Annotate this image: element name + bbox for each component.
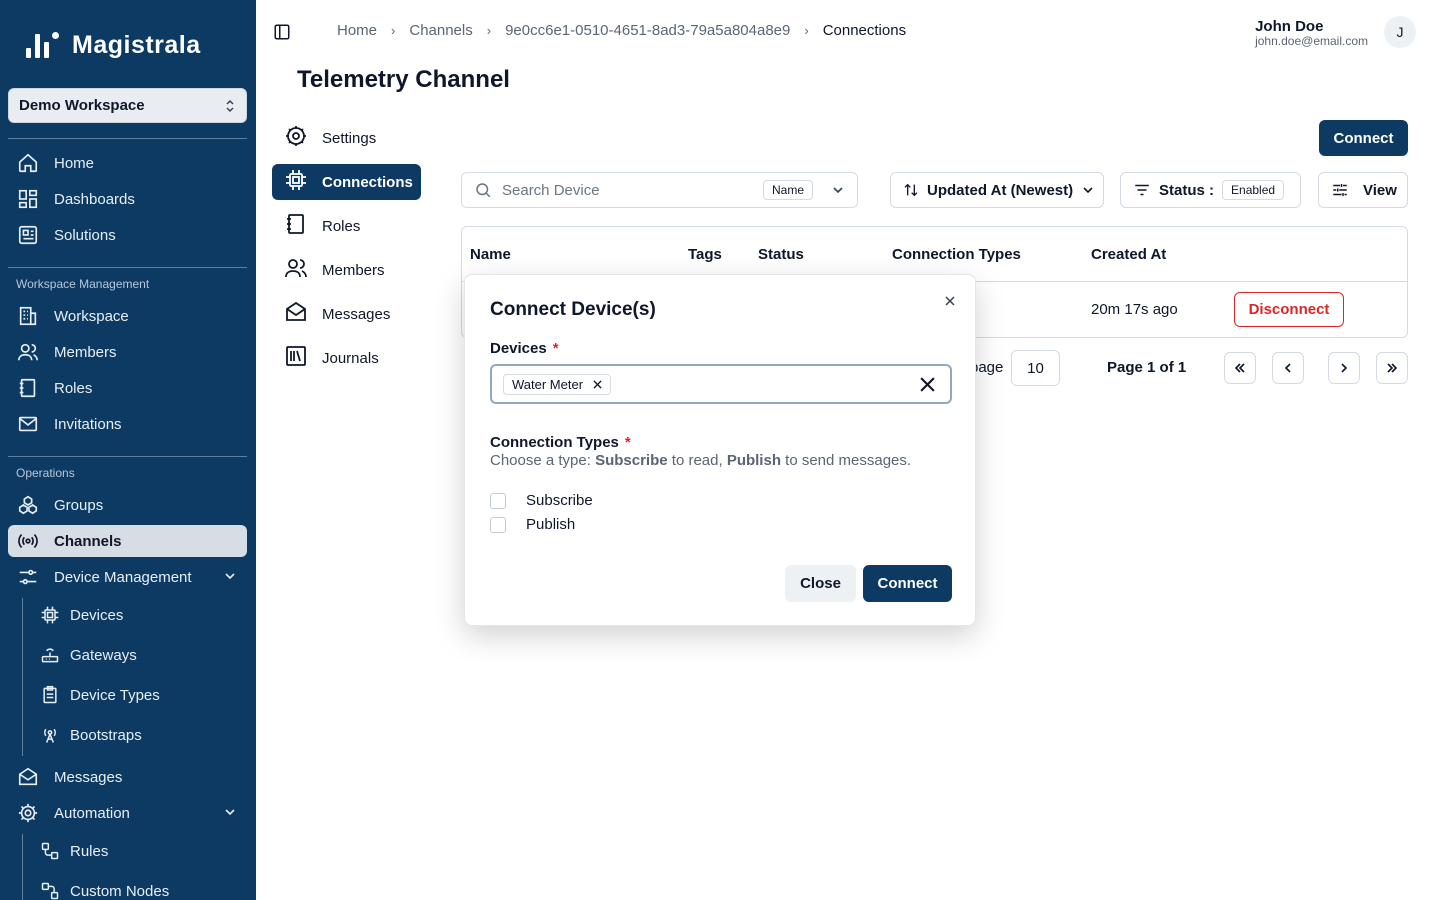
connection-types-label: Connection Types * — [490, 434, 631, 451]
remove-tag-icon[interactable] — [593, 379, 602, 389]
required-mark: * — [624, 434, 631, 451]
required-mark: * — [552, 340, 559, 357]
devices-multiselect[interactable]: Water Meter — [490, 364, 952, 404]
helper-text: to send messages. — [780, 452, 912, 469]
selected-device-label: Water Meter — [512, 376, 584, 392]
connection-types-label-text: Connection Types — [490, 434, 619, 451]
helper-text: Choose a type: — [490, 452, 596, 469]
connect-devices-dialog: Connect Device(s) Devices * Water Meter C… — [464, 274, 976, 626]
close-icon[interactable] — [942, 293, 958, 309]
clear-icon[interactable] — [919, 376, 936, 393]
connection-types-helper: Choose a type: Subscribe to read, Publis… — [490, 452, 911, 469]
devices-label-text: Devices — [490, 340, 547, 357]
close-button[interactable]: Close — [785, 565, 856, 602]
publish-label: Publish — [526, 516, 576, 533]
helper-publish: Publish — [726, 452, 781, 469]
selected-device-tag: Water Meter — [503, 373, 612, 395]
devices-label: Devices * — [490, 340, 559, 357]
helper-subscribe: Subscribe — [595, 452, 668, 469]
dialog-connect-button[interactable]: Connect — [863, 565, 952, 602]
dialog-title: Connect Device(s) — [490, 299, 656, 320]
publish-option[interactable]: Publish — [490, 516, 575, 533]
helper-text: to read, — [667, 452, 727, 469]
subscribe-checkbox[interactable] — [490, 492, 506, 509]
subscribe-option[interactable]: Subscribe — [490, 492, 593, 509]
subscribe-label: Subscribe — [526, 492, 593, 509]
publish-checkbox[interactable] — [490, 516, 506, 533]
